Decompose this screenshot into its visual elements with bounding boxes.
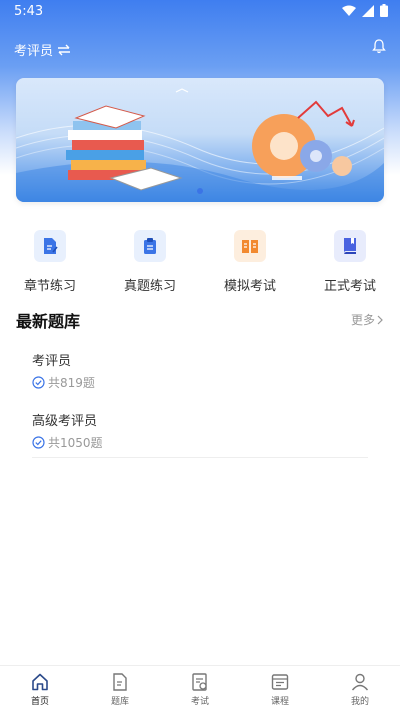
status-time: 5:43 <box>14 4 44 19</box>
course-icon <box>271 674 289 690</box>
clipboard-icon <box>134 230 166 262</box>
quick-action-label: 模拟考试 <box>223 279 276 294</box>
check-circle-icon <box>32 376 45 389</box>
tab-question-bank[interactable]: 题库 <box>80 666 160 712</box>
quick-action-past-papers[interactable]: 真题练习 <box>100 230 200 300</box>
section-title-latest: 最新题库 <box>16 312 81 331</box>
check-circle-icon <box>32 436 45 449</box>
exam-icon <box>192 673 207 691</box>
quick-action-formal-exam[interactable]: 正式考试 <box>300 230 400 300</box>
more-link-label: 更多 <box>350 313 375 327</box>
list-item[interactable]: 考评员 共819题 <box>32 350 368 410</box>
profile-icon <box>351 673 369 691</box>
battery-icon <box>380 4 388 17</box>
tab-label: 我的 <box>350 697 369 707</box>
home-icon <box>32 673 48 691</box>
bank-name: 高级考评员 <box>32 414 98 429</box>
tab-course[interactable]: 课程 <box>240 666 320 712</box>
header-title: 考评员 <box>14 44 54 59</box>
tab-label: 首页 <box>30 697 49 707</box>
list-item[interactable]: 高级考评员 共1050题 <box>32 410 368 470</box>
bottom-tabbar: 首页 题库 考试 课程 我的 <box>0 665 400 712</box>
open-book-icon <box>234 230 266 262</box>
exam-type-switcher[interactable]: 考评员 <box>14 40 71 59</box>
quick-action-label: 正式考试 <box>323 279 376 294</box>
question-bank-icon <box>113 673 127 691</box>
bank-count: 共1050题 <box>48 436 103 450</box>
tab-home[interactable]: 首页 <box>0 666 80 712</box>
banner-carousel[interactable] <box>16 78 384 202</box>
bell-icon[interactable] <box>372 38 386 58</box>
wifi-icon <box>342 5 356 16</box>
quick-actions: 章节练习 真题练习 模拟考试 正式考试 <box>0 230 400 300</box>
bank-name: 考评员 <box>32 354 72 369</box>
swap-icon <box>58 44 71 55</box>
question-bank-list: 考评员 共819题 高级考评员 共1050题 <box>32 350 368 470</box>
chevron-right-icon <box>377 315 383 324</box>
quick-action-mock-exam[interactable]: 模拟考试 <box>200 230 300 300</box>
tab-label: 题库 <box>110 697 129 707</box>
book-stack-illustration <box>66 105 183 191</box>
bank-count: 共819题 <box>48 376 95 390</box>
quick-action-chapter-practice[interactable]: 章节练习 <box>0 230 100 300</box>
quick-action-label: 真题练习 <box>123 279 176 294</box>
tab-label: 考试 <box>190 697 209 707</box>
carousel-indicator <box>16 188 384 194</box>
quick-action-label: 章节练习 <box>23 279 76 294</box>
gear-illustration <box>252 100 355 180</box>
more-link[interactable]: 更多 <box>351 311 384 328</box>
book-icon <box>334 230 366 262</box>
signal-icon <box>362 4 374 17</box>
banner-illustration <box>16 88 384 202</box>
tab-exam[interactable]: 考试 <box>160 666 240 712</box>
divider <box>32 457 368 458</box>
tab-label: 课程 <box>270 697 289 707</box>
app-header: 考评员 <box>0 34 400 64</box>
status-bar: 5:43 <box>0 0 400 24</box>
tab-profile[interactable]: 我的 <box>320 666 400 712</box>
edit-doc-icon <box>34 230 66 262</box>
carousel-dot[interactable] <box>197 188 203 194</box>
